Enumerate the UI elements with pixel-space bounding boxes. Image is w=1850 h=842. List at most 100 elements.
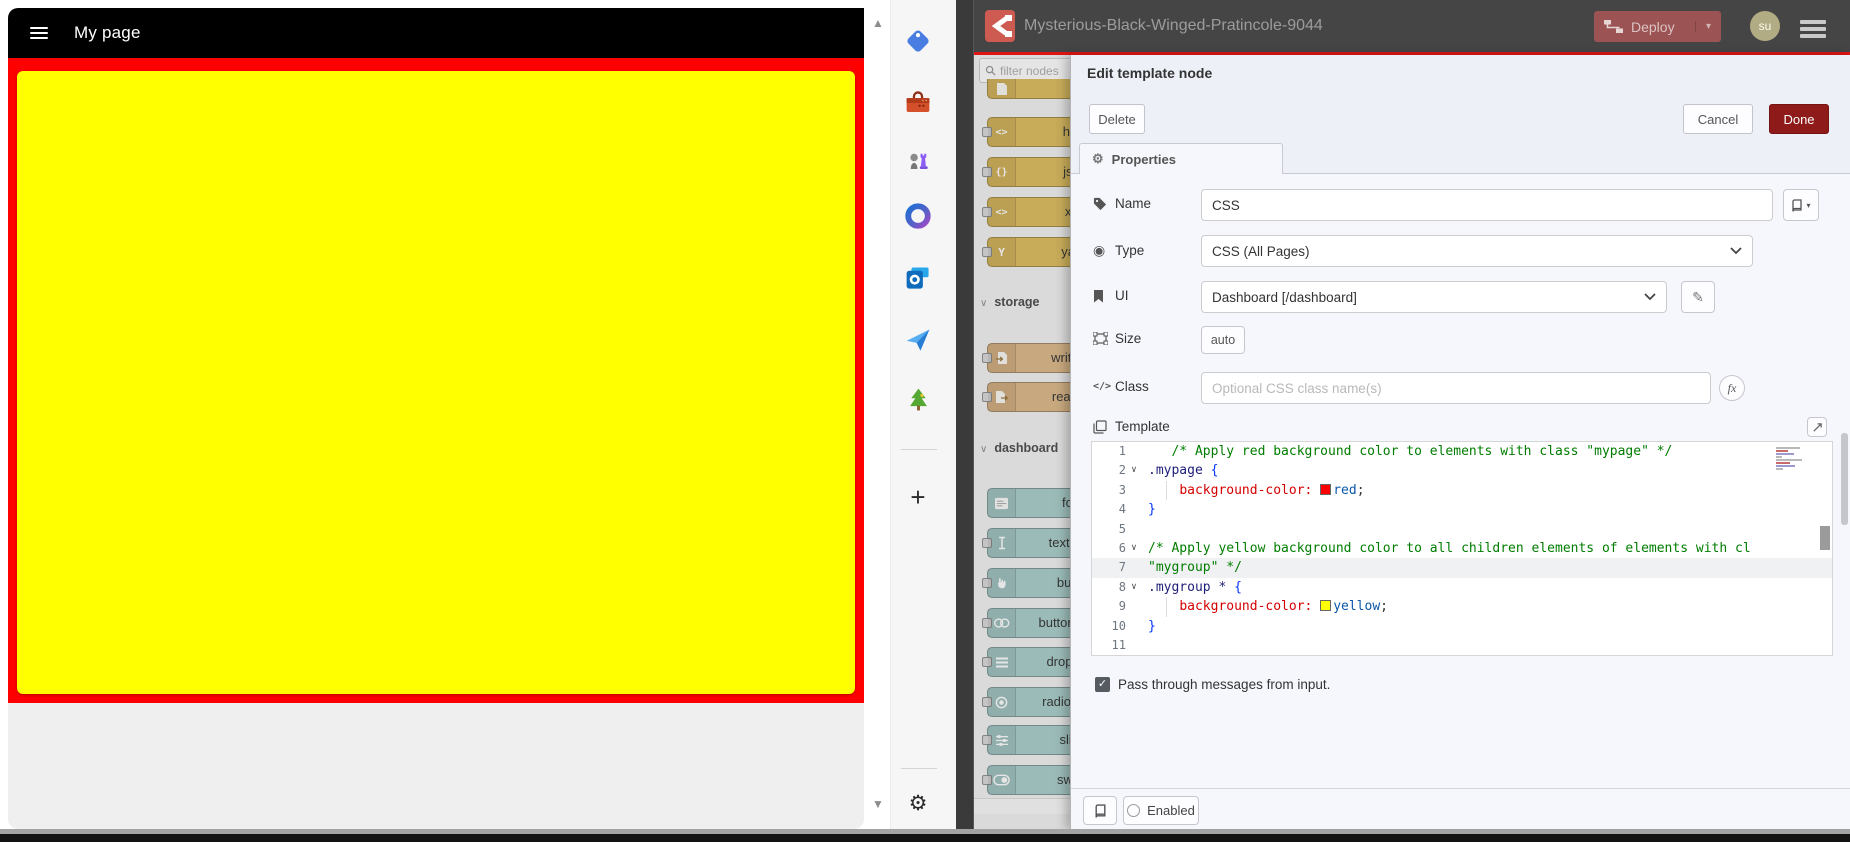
deploy-button[interactable]: Deploy ▾ bbox=[1594, 11, 1721, 42]
user-avatar[interactable]: su bbox=[1750, 11, 1780, 41]
browser-sidebar: + ⚙ bbox=[890, 0, 956, 830]
template-code-editor[interactable]: 1 /* Apply red background color to eleme… bbox=[1091, 441, 1833, 656]
done-button[interactable]: Done bbox=[1769, 104, 1829, 134]
edit-ui-button[interactable]: ✎ bbox=[1681, 281, 1715, 313]
chevron-down-icon bbox=[1644, 293, 1656, 301]
template-icon bbox=[1093, 419, 1111, 434]
code-line-7: 7 "mygroup" */ bbox=[1092, 558, 1832, 578]
cancel-button[interactable]: Cancel bbox=[1683, 104, 1753, 134]
toolbox-icon[interactable] bbox=[904, 89, 932, 117]
class-expression-button[interactable]: fx bbox=[1719, 375, 1745, 401]
pencil-icon: ✎ bbox=[1692, 288, 1704, 305]
passthrough-label: Pass through messages from input. bbox=[1118, 677, 1331, 692]
window-divider bbox=[956, 0, 974, 834]
main-menu-icon[interactable] bbox=[1800, 17, 1826, 41]
dashboard-page-background bbox=[8, 58, 864, 703]
code-line-6: 6 ∨/* Apply yellow background color to al… bbox=[1092, 539, 1832, 558]
add-sidebar-item-icon[interactable]: + bbox=[904, 482, 932, 512]
fold-icon: ∨ bbox=[1131, 581, 1137, 592]
deploy-icon bbox=[1604, 20, 1623, 33]
book-icon bbox=[1094, 803, 1106, 818]
taskbar-strip bbox=[0, 834, 1850, 842]
screen: My page ▲ ▼ + ⚙ Mysterious-Black-Winged-… bbox=[0, 0, 1850, 842]
dashboard-group-card bbox=[17, 71, 855, 694]
class-input[interactable] bbox=[1201, 372, 1711, 404]
color-swatch bbox=[1320, 483, 1332, 495]
code-line-9: 9 background-color: yellow; bbox=[1092, 597, 1832, 617]
size-button[interactable]: auto bbox=[1201, 326, 1245, 354]
shopping-tag-icon[interactable] bbox=[904, 26, 932, 54]
book-icon bbox=[1792, 198, 1803, 212]
dashboard-page-title: My page bbox=[74, 23, 141, 42]
ui-field-label: UI bbox=[1093, 288, 1129, 303]
palette-modal-shade bbox=[974, 55, 1070, 830]
tray-footer-divider bbox=[1071, 788, 1850, 789]
dashboard-menu-icon[interactable] bbox=[30, 24, 48, 42]
type-field-label: ◉ Type bbox=[1093, 242, 1145, 258]
object-group-icon bbox=[1093, 332, 1111, 345]
template-field-label: Template bbox=[1093, 419, 1170, 434]
code-icon: </> bbox=[1093, 381, 1112, 392]
gear-icon: ⚙ bbox=[1092, 151, 1104, 166]
tray-title: Edit template node bbox=[1087, 65, 1213, 81]
name-input[interactable] bbox=[1201, 189, 1773, 221]
scroll-down-icon[interactable]: ▼ bbox=[866, 797, 890, 811]
type-select[interactable]: CSS (All Pages) bbox=[1201, 235, 1753, 267]
nodered-window: Mysterious-Black-Winged-Pratincole-9044 … bbox=[974, 0, 1850, 830]
size-field-label: Size bbox=[1093, 331, 1141, 346]
bookmark-icon bbox=[1093, 289, 1111, 303]
fold-icon bbox=[1126, 481, 1142, 500]
node-palette: <>html{}json<>xmlYyaml∨storagewrite file… bbox=[974, 55, 1070, 830]
target-icon: ◉ bbox=[1093, 242, 1106, 258]
delete-button[interactable]: Delete bbox=[1089, 104, 1145, 134]
status-circle-icon bbox=[1127, 804, 1141, 817]
dashboard-header: My page bbox=[8, 8, 864, 58]
caret-down-icon: ▾ bbox=[1806, 200, 1811, 210]
fold-icon bbox=[1126, 442, 1142, 461]
outlook-icon[interactable] bbox=[904, 264, 932, 292]
tab-properties[interactable]: ⚙ Properties bbox=[1079, 143, 1283, 174]
dashboard-empty-area bbox=[8, 703, 864, 829]
microsoft-365-icon[interactable] bbox=[904, 202, 932, 230]
node-library-button[interactable] bbox=[1083, 796, 1117, 825]
chevron-down-icon bbox=[1730, 247, 1742, 255]
games-icon[interactable] bbox=[904, 145, 932, 173]
library-button[interactable]: ▾ bbox=[1783, 189, 1819, 221]
deploy-options-caret[interactable]: ▾ bbox=[1695, 21, 1721, 32]
name-field-label: Name bbox=[1093, 196, 1151, 211]
editor-scrollbar[interactable] bbox=[1820, 526, 1830, 550]
code-line-8: 8 ∨ .mygroup * { bbox=[1092, 578, 1832, 597]
tray-tabs: ⚙ Properties bbox=[1071, 143, 1850, 174]
class-field-label: </> Class bbox=[1093, 379, 1149, 394]
deploy-label: Deploy bbox=[1631, 18, 1675, 35]
tree-icon[interactable] bbox=[904, 385, 932, 413]
expand-icon bbox=[1812, 422, 1822, 432]
nodered-logo-icon bbox=[985, 10, 1015, 42]
expand-editor-button[interactable] bbox=[1807, 417, 1827, 437]
code-line-3: 3 background-color: red; bbox=[1092, 480, 1832, 501]
messaging-icon[interactable] bbox=[904, 326, 932, 354]
flow-title: Mysterious-Black-Winged-Pratincole-9044 bbox=[1024, 17, 1323, 34]
fold-icon bbox=[1126, 597, 1142, 616]
fold-icon bbox=[1126, 500, 1142, 519]
sidebar-settings-icon[interactable]: ⚙ bbox=[904, 789, 932, 817]
color-swatch bbox=[1320, 600, 1332, 612]
ui-select[interactable]: Dashboard [/dashboard] bbox=[1201, 281, 1667, 313]
edit-node-tray: Edit template node Delete Cancel Done ⚙ … bbox=[1070, 55, 1850, 830]
tray-scrollbar[interactable] bbox=[1841, 433, 1848, 525]
passthrough-checkbox[interactable]: ✓ bbox=[1095, 677, 1110, 692]
sidebar-divider bbox=[901, 449, 937, 450]
fold-icon bbox=[1126, 520, 1142, 539]
scroll-up-icon[interactable]: ▲ bbox=[866, 16, 890, 30]
browser-scrollbar[interactable]: ▲ ▼ bbox=[866, 0, 890, 830]
code-line-11: 11 bbox=[1092, 636, 1832, 655]
enabled-toggle-button[interactable]: Enabled bbox=[1123, 796, 1199, 825]
fold-icon bbox=[1126, 558, 1142, 577]
code-line-4: 4} bbox=[1092, 500, 1832, 519]
code-line-2: 2 ∨ .mypage { bbox=[1092, 461, 1832, 480]
fold-icon bbox=[1126, 617, 1142, 636]
nodered-header: Mysterious-Black-Winged-Pratincole-9044 … bbox=[974, 0, 1850, 52]
fold-icon: ∨ bbox=[1131, 465, 1137, 476]
fold-icon: ∨ bbox=[1131, 542, 1137, 553]
code-line-5: 5 bbox=[1092, 520, 1832, 539]
